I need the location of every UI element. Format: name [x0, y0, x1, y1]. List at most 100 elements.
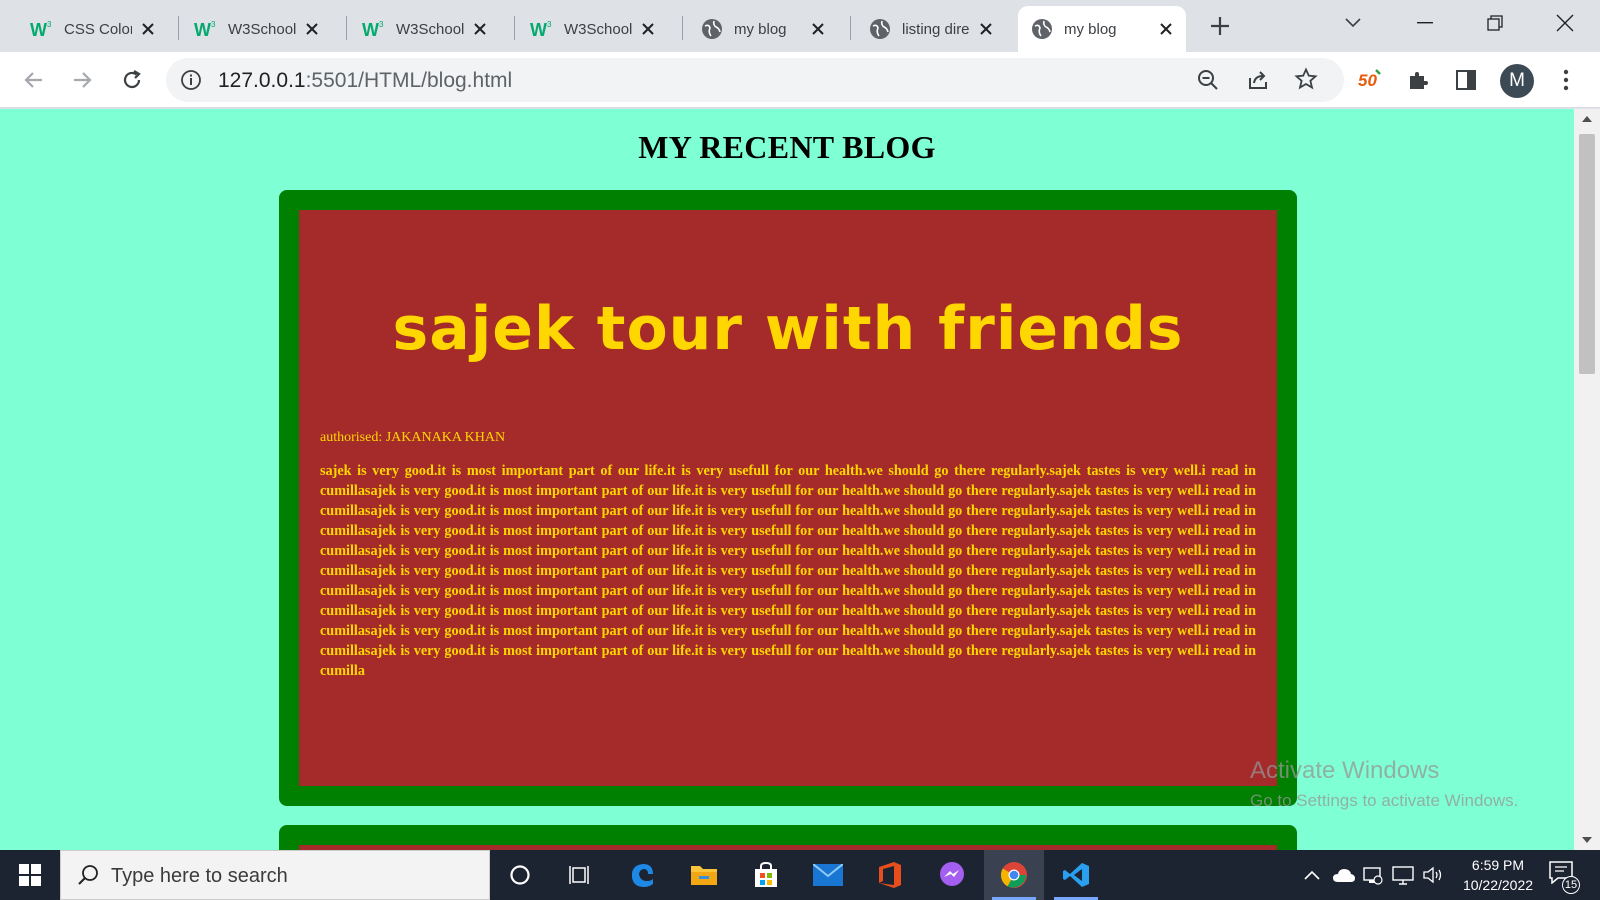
show-hidden-icons-chevron-icon[interactable]: [1300, 850, 1324, 900]
zoom-icon[interactable]: [1196, 68, 1220, 97]
edge-icon[interactable]: [612, 850, 672, 900]
clock-date: 10/22/2022: [1462, 877, 1534, 893]
network-status-icon[interactable]: [1360, 850, 1386, 900]
vscode-icon[interactable]: [1046, 850, 1106, 900]
tab-divider: [682, 16, 683, 40]
tab-title: CSS Colors: [64, 20, 132, 38]
close-icon[interactable]: [1156, 19, 1176, 39]
onedrive-cloud-icon[interactable]: [1330, 850, 1358, 900]
tab-title: W3Schools: [564, 20, 632, 38]
tab-title: W3Schools: [396, 20, 464, 38]
blog-post-body: sajek is very good.it is most important …: [320, 463, 1256, 680]
svg-text:3: 3: [211, 20, 216, 29]
microsoft-store-icon[interactable]: [736, 850, 796, 900]
close-icon[interactable]: [808, 19, 828, 39]
address-bar[interactable]: 127.0.0.1:5501/HTML/blog.html: [166, 58, 1344, 102]
tab-css-colors[interactable]: W3 CSS Colors: [18, 6, 168, 52]
display-monitor-icon[interactable]: [1390, 850, 1416, 900]
profile-avatar[interactable]: M: [1500, 64, 1534, 98]
windows-start-button[interactable]: [0, 850, 60, 900]
tab-w3schools[interactable]: W3 W3Schools: [350, 6, 500, 52]
extensions-puzzle-icon[interactable]: [1404, 66, 1432, 94]
minimize-button[interactable]: [1390, 0, 1460, 46]
notification-count-badge: 15: [1562, 876, 1580, 894]
blog-post-card: [279, 825, 1297, 850]
svg-text:W: W: [362, 20, 379, 39]
close-icon[interactable]: [638, 19, 658, 39]
scrollbar-thumb[interactable]: [1579, 134, 1595, 374]
windows-taskbar: Type here to search 6:59 PM 10/22/2022 1…: [0, 850, 1600, 900]
w3schools-icon: W3: [530, 17, 554, 41]
blog-post-card: sajek tour with friends authorised: JAKA…: [279, 190, 1297, 806]
office-icon[interactable]: [860, 850, 920, 900]
file-explorer-icon[interactable]: [674, 850, 734, 900]
search-placeholder: Type here to search: [111, 865, 288, 887]
close-icon[interactable]: [138, 19, 158, 39]
tab-title: W3Schools: [228, 20, 296, 38]
tab-title: my blog: [1064, 20, 1117, 38]
svg-text:W: W: [30, 20, 47, 39]
more-menu-icon[interactable]: [1552, 66, 1580, 94]
notification-center-button[interactable]: 15: [1548, 860, 1580, 894]
globe-icon: [700, 17, 724, 41]
url-host: 127.0.0.1: [218, 69, 306, 92]
share-icon[interactable]: [1246, 68, 1270, 97]
page-scrollbar[interactable]: [1574, 109, 1600, 850]
w3schools-icon: W3: [30, 17, 54, 41]
restore-button[interactable]: [1460, 0, 1530, 46]
scroll-up-arrow-icon[interactable]: [1574, 109, 1600, 129]
svg-text:50: 50: [1358, 71, 1377, 90]
messenger-icon[interactable]: [922, 850, 982, 900]
tab-divider: [514, 16, 515, 40]
reload-button[interactable]: [118, 66, 146, 94]
side-panel-icon[interactable]: [1452, 66, 1480, 94]
back-button[interactable]: [20, 66, 48, 94]
tab-divider: [850, 16, 851, 40]
browser-toolbar: 127.0.0.1:5501/HTML/blog.html 50 M: [0, 52, 1600, 108]
activate-windows-watermark: Activate Windows Go to Settings to activ…: [1250, 757, 1518, 811]
w3schools-icon: W3: [194, 17, 218, 41]
url-path: :5501/HTML/blog.html: [305, 69, 513, 92]
extension-50-icon[interactable]: 50: [1356, 66, 1384, 94]
tab-my-blog-active[interactable]: my blog: [1018, 6, 1186, 52]
task-view-icon[interactable]: [550, 850, 610, 900]
tab-search-button[interactable]: [1318, 0, 1388, 46]
url-text[interactable]: 127.0.0.1:5501/HTML/blog.html: [218, 69, 512, 93]
forward-button[interactable]: [68, 66, 96, 94]
clock-time: 6:59 PM: [1471, 857, 1525, 873]
svg-text:3: 3: [379, 20, 384, 29]
close-icon[interactable]: [470, 19, 490, 39]
blog-post-title: sajek tour with friends: [392, 294, 1184, 364]
site-info-icon[interactable]: [180, 69, 202, 96]
tab-w3schools[interactable]: W3 W3Schools: [182, 6, 332, 52]
svg-text:W: W: [194, 20, 211, 39]
tab-strip: W3 CSS Colors W3 W3Schools W3 W3Schools …: [0, 0, 1600, 52]
svg-text:W: W: [530, 20, 547, 39]
scroll-down-arrow-icon[interactable]: [1574, 830, 1600, 850]
svg-text:3: 3: [547, 20, 552, 29]
tab-w3schools[interactable]: W3 W3Schools: [518, 6, 668, 52]
chrome-icon[interactable]: [984, 850, 1044, 900]
volume-speaker-icon[interactable]: [1420, 850, 1446, 900]
tab-title: listing directory: [902, 20, 970, 38]
cortana-icon[interactable]: [490, 850, 550, 900]
globe-icon: [1030, 17, 1054, 41]
page-viewport: MY RECENT BLOG sajek tour with friends a…: [0, 109, 1574, 850]
taskbar-search-box[interactable]: Type here to search: [60, 850, 490, 900]
tab-listing-directory[interactable]: listing directory: [856, 6, 1006, 52]
close-window-button[interactable]: [1530, 0, 1600, 46]
tab-divider: [346, 16, 347, 40]
page-title: MY RECENT BLOG: [638, 129, 936, 165]
w3schools-icon: W3: [362, 17, 386, 41]
close-icon[interactable]: [976, 19, 996, 39]
svg-text:3: 3: [47, 20, 52, 29]
new-tab-button[interactable]: [1208, 14, 1232, 38]
close-icon[interactable]: [302, 19, 322, 39]
search-icon: [77, 864, 99, 891]
bookmark-star-icon[interactable]: [1294, 67, 1318, 96]
globe-icon: [868, 17, 892, 41]
watermark-title: Activate Windows: [1250, 757, 1440, 784]
mail-icon[interactable]: [798, 850, 858, 900]
tab-my-blog[interactable]: my blog: [688, 6, 838, 52]
system-clock[interactable]: 6:59 PM 10/22/2022: [1452, 855, 1544, 895]
